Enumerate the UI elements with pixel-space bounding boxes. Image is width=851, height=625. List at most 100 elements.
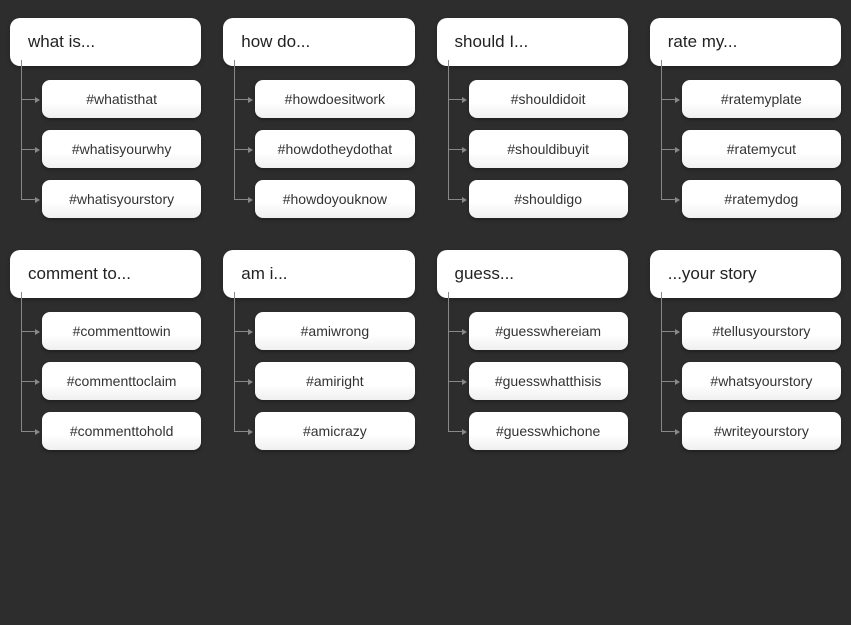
connector-line: [235, 199, 249, 200]
group-should-i: should I... #shouldidoit #shouldibuyit #…: [437, 18, 628, 218]
hashtag-row: #whatisyourwhy: [38, 130, 201, 168]
group-comment-to: comment to... #commenttowin #commenttocl…: [10, 250, 201, 450]
hashtag-row: #ratemyplate: [678, 80, 841, 118]
arrow-icon: [675, 429, 680, 435]
hashtag-row: #guesswhatthisis: [465, 362, 628, 400]
arrow-icon: [35, 379, 40, 385]
arrow-icon: [675, 329, 680, 335]
group-header: what is...: [10, 18, 201, 66]
group-what-is: what is... #whatisthat #whatisyourwhy #w…: [10, 18, 201, 218]
arrow-icon: [462, 379, 467, 385]
connector-line: [22, 199, 36, 200]
connector-line: [662, 431, 676, 432]
group-header: rate my...: [650, 18, 841, 66]
arrow-icon: [35, 147, 40, 153]
hashtag-box: #whatisyourstory: [42, 180, 201, 218]
hashtag-box: #whatsyourstory: [682, 362, 841, 400]
connector-line: [235, 381, 249, 382]
hashtag-box: #shouldigo: [469, 180, 628, 218]
hashtag-row: #commenttowin: [38, 312, 201, 350]
hashtag-row: #ratemydog: [678, 180, 841, 218]
hashtag-box: #shouldibuyit: [469, 130, 628, 168]
hashtag-row: #commenttoclaim: [38, 362, 201, 400]
arrow-icon: [248, 147, 253, 153]
arrow-icon: [462, 97, 467, 103]
group-children: #ratemyplate #ratemycut #ratemydog: [678, 80, 841, 218]
hashtag-box: #guesswhichone: [469, 412, 628, 450]
connector-line: [449, 149, 463, 150]
arrow-icon: [462, 429, 467, 435]
connector-line: [22, 431, 36, 432]
hashtag-row: #shouldibuyit: [465, 130, 628, 168]
group-children: #shouldidoit #shouldibuyit #shouldigo: [465, 80, 628, 218]
arrow-icon: [248, 97, 253, 103]
hashtag-row: #amiwrong: [251, 312, 414, 350]
hashtag-box: #guesswhereiam: [469, 312, 628, 350]
hashtag-row: #shouldigo: [465, 180, 628, 218]
hashtag-box: #shouldidoit: [469, 80, 628, 118]
group-rate-my: rate my... #ratemyplate #ratemycut #rate…: [650, 18, 841, 218]
connector-line: [22, 99, 36, 100]
hashtag-box: #ratemydog: [682, 180, 841, 218]
hashtag-box: #howdoyouknow: [255, 180, 414, 218]
hashtag-row: #howdoyouknow: [251, 180, 414, 218]
arrow-icon: [462, 329, 467, 335]
hashtag-row: #amiright: [251, 362, 414, 400]
connector-line: [449, 381, 463, 382]
connector-line: [449, 199, 463, 200]
arrow-icon: [462, 147, 467, 153]
hashtag-row: #tellusyourstory: [678, 312, 841, 350]
hashtag-row: #commenttohold: [38, 412, 201, 450]
hashtag-row: #guesswhichone: [465, 412, 628, 450]
hashtag-row: #howdoesitwork: [251, 80, 414, 118]
group-your-story: ...your story #tellusyourstory #whatsyou…: [650, 250, 841, 450]
hashtag-box: #howdoesitwork: [255, 80, 414, 118]
connector-line: [22, 381, 36, 382]
connector-line: [235, 99, 249, 100]
arrow-icon: [675, 197, 680, 203]
hashtag-box: #commenttohold: [42, 412, 201, 450]
arrow-icon: [675, 147, 680, 153]
group-children: #tellusyourstory #whatsyourstory #writey…: [678, 312, 841, 450]
group-header: ...your story: [650, 250, 841, 298]
arrow-icon: [248, 197, 253, 203]
group-header: am i...: [223, 250, 414, 298]
group-children: #whatisthat #whatisyourwhy #whatisyourst…: [38, 80, 201, 218]
arrow-icon: [248, 379, 253, 385]
hashtag-box: #commenttoclaim: [42, 362, 201, 400]
group-children: #howdoesitwork #howdotheydothat #howdoyo…: [251, 80, 414, 218]
connector-line: [22, 149, 36, 150]
group-guess: guess... #guesswhereiam #guesswhatthisis…: [437, 250, 628, 450]
hashtag-row: #shouldidoit: [465, 80, 628, 118]
arrow-icon: [35, 197, 40, 203]
group-header: guess...: [437, 250, 628, 298]
connector-line: [662, 331, 676, 332]
hashtag-box: #ratemycut: [682, 130, 841, 168]
hashtag-box: #tellusyourstory: [682, 312, 841, 350]
hashtag-box: #writeyourstory: [682, 412, 841, 450]
hashtag-row: #ratemycut: [678, 130, 841, 168]
hashtag-box: #ratemyplate: [682, 80, 841, 118]
connector-line: [662, 99, 676, 100]
hashtag-box: #whatisthat: [42, 80, 201, 118]
group-header: how do...: [223, 18, 414, 66]
arrow-icon: [675, 97, 680, 103]
group-header: comment to...: [10, 250, 201, 298]
hashtag-row: #whatisyourstory: [38, 180, 201, 218]
connector-line: [662, 381, 676, 382]
arrow-icon: [248, 429, 253, 435]
hashtag-box: #guesswhatthisis: [469, 362, 628, 400]
connector-line: [662, 149, 676, 150]
hashtag-box: #amiright: [255, 362, 414, 400]
connector-line: [449, 431, 463, 432]
arrow-icon: [675, 379, 680, 385]
arrow-icon: [35, 329, 40, 335]
hashtag-row: #writeyourstory: [678, 412, 841, 450]
hashtag-box: #commenttowin: [42, 312, 201, 350]
connector-line: [235, 149, 249, 150]
hashtag-row: #whatisthat: [38, 80, 201, 118]
connector-line: [449, 99, 463, 100]
arrow-icon: [462, 197, 467, 203]
group-am-i: am i... #amiwrong #amiright #amicrazy: [223, 250, 414, 450]
hashtag-box: #howdotheydothat: [255, 130, 414, 168]
